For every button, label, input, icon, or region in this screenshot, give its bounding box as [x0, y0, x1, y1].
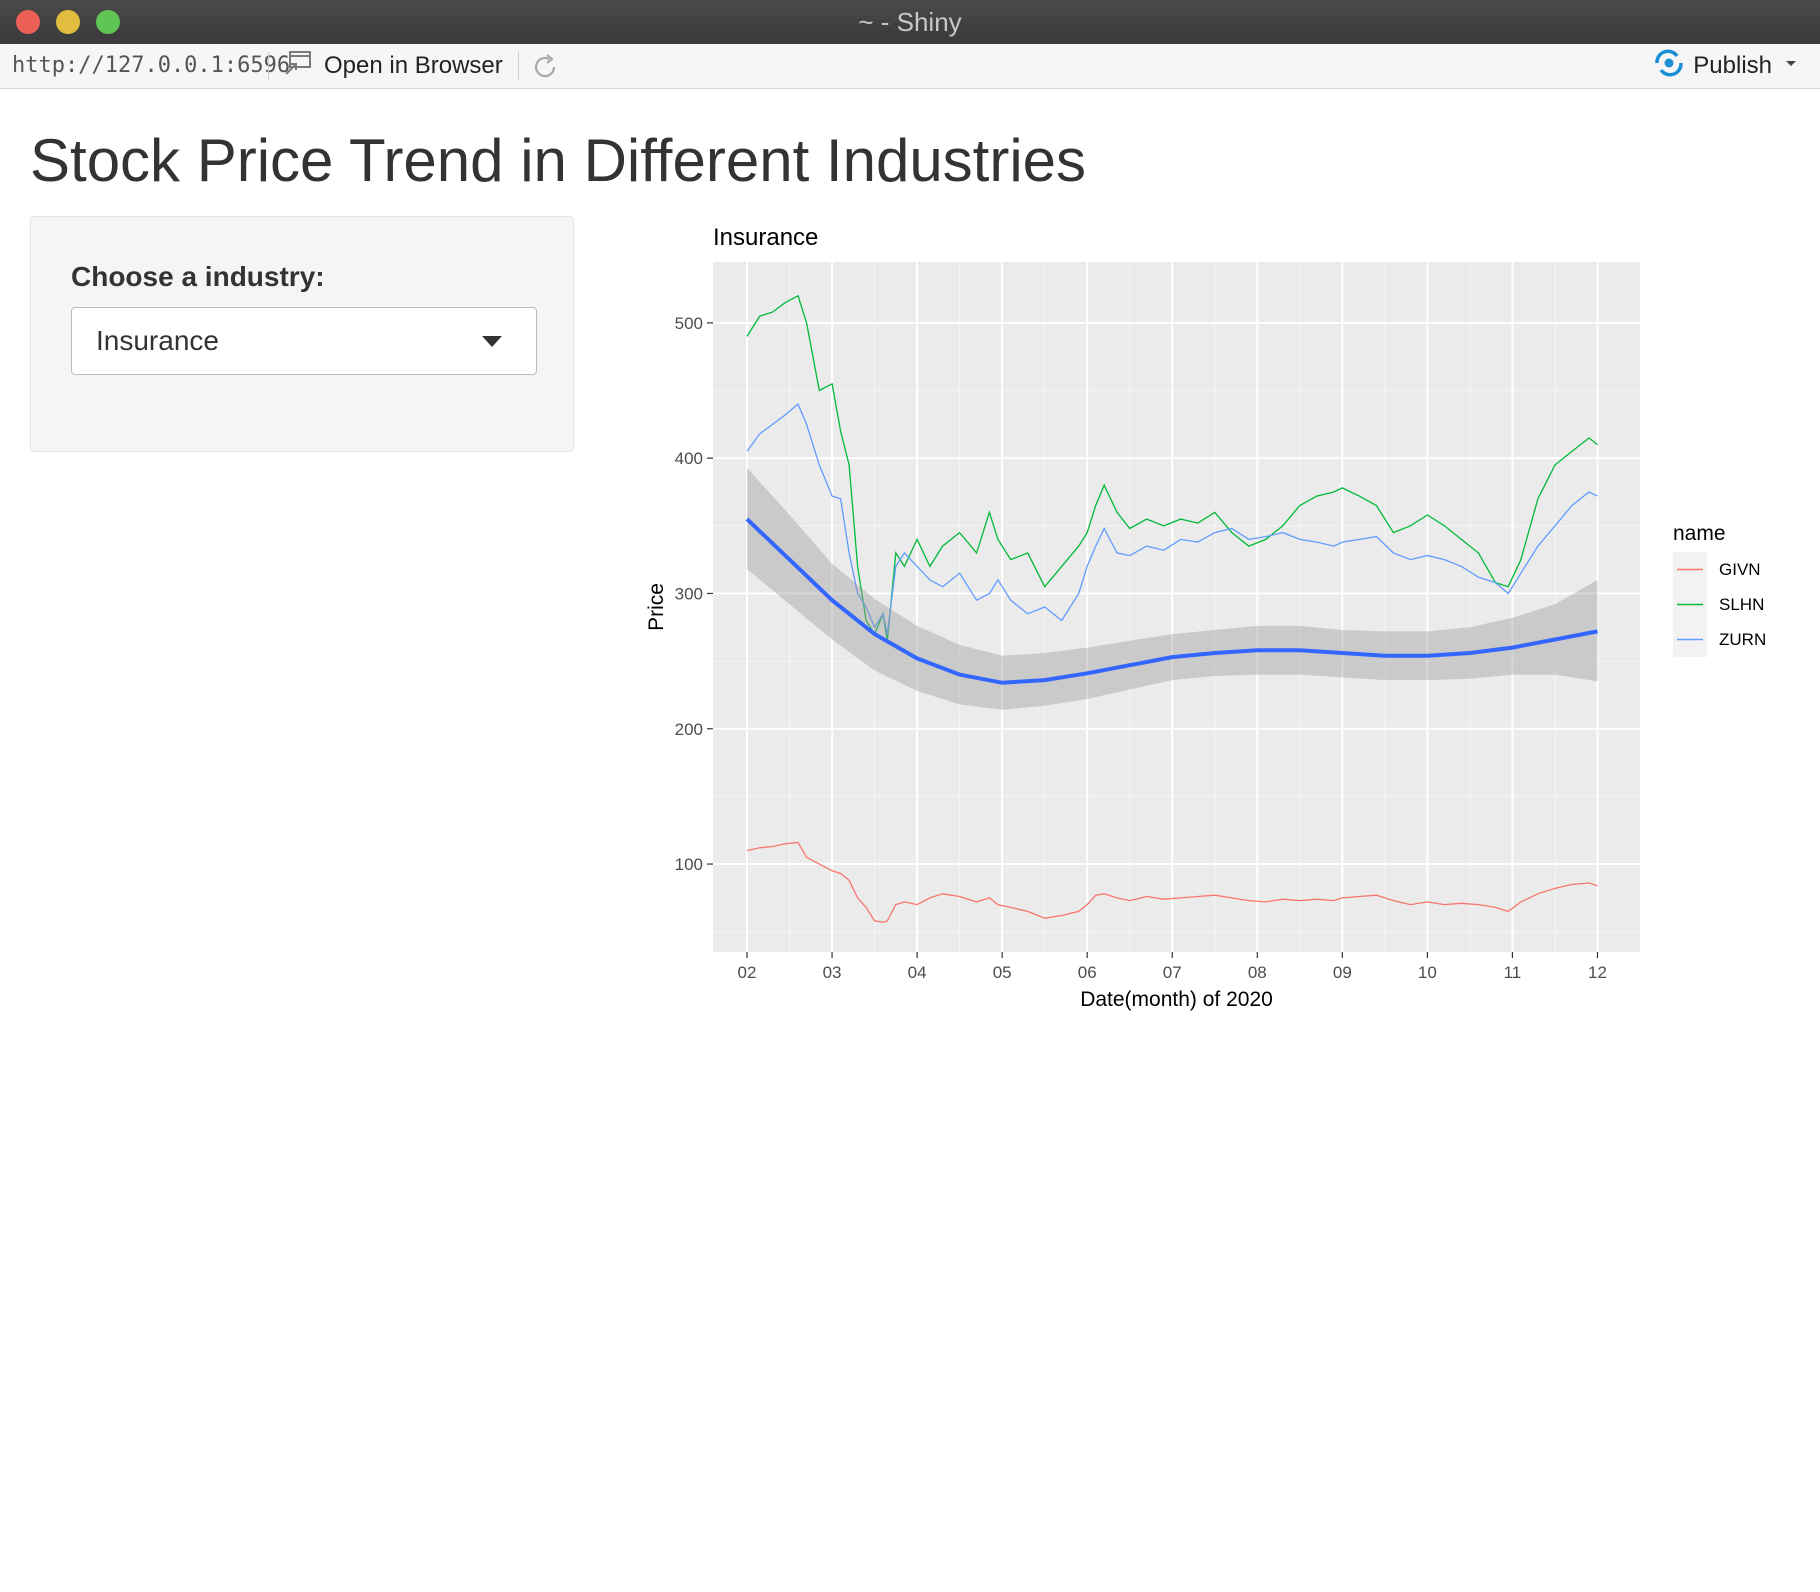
publish-label: Publish: [1693, 52, 1772, 79]
page-title: Stock Price Trend in Different Industrie…: [30, 127, 1087, 194]
legend-label-givn: GIVN: [1719, 560, 1761, 579]
industry-select[interactable]: Insurance: [71, 307, 537, 375]
industry-select-value: Insurance: [96, 325, 219, 356]
x-tick-label: 02: [738, 963, 757, 982]
open-in-browser-icon: [284, 50, 314, 83]
x-tick-label: 04: [908, 963, 927, 982]
legend-label-zurn: ZURN: [1719, 630, 1766, 649]
x-tick-label: 09: [1333, 963, 1352, 982]
x-tick-label: 03: [823, 963, 842, 982]
publish-icon: [1653, 49, 1685, 84]
window-title: ~ - Shiny: [858, 7, 962, 37]
chart-title: Insurance: [713, 224, 818, 251]
open-in-browser-button[interactable]: Open in Browser: [284, 44, 503, 88]
x-tick-label: 06: [1078, 963, 1097, 982]
url-display: http://127.0.0.1:6596: [12, 53, 291, 78]
caret-down-icon: [482, 336, 502, 347]
sidebar-panel: Choose a industry: Insurance: [30, 216, 574, 452]
x-tick-label: 05: [993, 963, 1012, 982]
x-tick-label: 12: [1588, 963, 1607, 982]
x-tick-label: 08: [1248, 963, 1267, 982]
x-tick-label: 10: [1418, 963, 1437, 982]
refresh-icon[interactable]: [530, 52, 560, 87]
x-axis-label: Date(month) of 2020: [1080, 988, 1273, 1011]
window-titlebar: ~ - Shiny: [0, 0, 1820, 45]
legend-title: name: [1673, 522, 1726, 545]
x-tick-label: 11: [1504, 963, 1522, 982]
publish-button[interactable]: Publish: [1653, 44, 1802, 88]
toolbar-divider: [518, 52, 519, 80]
y-tick-label: 400: [675, 449, 703, 468]
x-tick-label: 07: [1163, 963, 1182, 982]
y-tick-label: 300: [675, 584, 703, 603]
y-tick-label: 100: [675, 855, 703, 874]
y-tick-label: 500: [675, 314, 703, 333]
y-axis-label: Price: [645, 583, 668, 631]
legend-label-slhn: SLHN: [1719, 595, 1764, 614]
industry-select-label: Choose a industry:: [71, 261, 325, 292]
toolbar-divider: [268, 52, 269, 80]
viewer-toolbar: http://127.0.0.1:6596 Open in Browser Pu…: [0, 44, 1820, 89]
open-in-browser-label: Open in Browser: [324, 52, 503, 79]
chevron-down-icon[interactable]: [1780, 52, 1802, 80]
y-tick-label: 200: [675, 720, 703, 739]
stock-price-chart: 02 03 04 05 06 07 08 09 10 11 12 100 200 300 400 500 Ins…: [645, 224, 1766, 1011]
